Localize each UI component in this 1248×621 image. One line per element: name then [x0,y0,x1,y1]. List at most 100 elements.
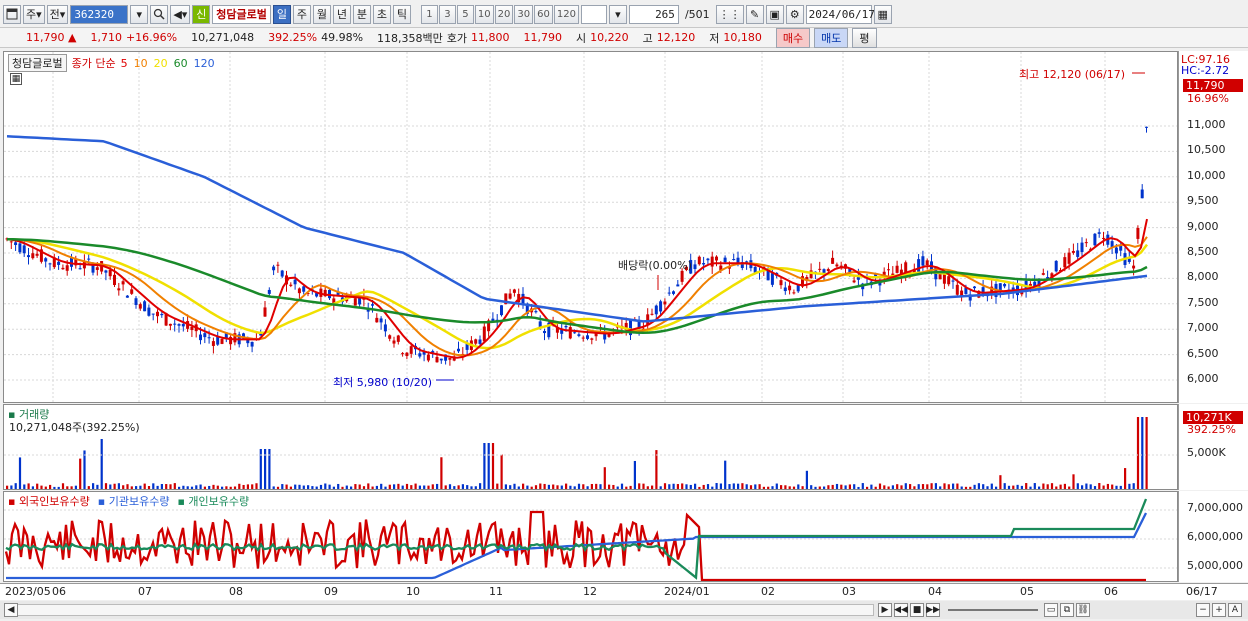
calendar-icon[interactable]: ▦ [873,4,892,24]
holding-panel[interactable]: ▪ 외국인보유수량 ▪ 기관보유수량 ▪ 개인보유수량 [3,491,1178,582]
holding-legend-0[interactable]: ▪ 외국인보유수량 [8,493,90,509]
stock-code-input[interactable]: 362320 [70,4,129,24]
minute-tab-120[interactable]: 120 [553,4,579,24]
holding-legend: ▪ 외국인보유수량 ▪ 기관보유수량 ▪ 개인보유수량 [8,493,249,509]
candle-body [130,289,134,294]
candle-body [1140,189,1144,199]
turnover: 49.98% [321,31,364,44]
volume-bar [960,486,963,489]
market-select[interactable]: 주 ▾ [23,4,45,24]
volume-bar [1016,484,1019,489]
ma-legend-120[interactable]: 120 [194,57,215,70]
volume-bar [771,486,774,489]
minute-tab-1[interactable]: 1 [420,4,438,24]
ma-legend-10[interactable]: 10 [134,57,148,70]
date-input[interactable]: 2024/06/17 [805,4,875,24]
period-tab-0[interactable]: 일 [272,4,291,24]
period-tab-2[interactable]: 월 [312,4,331,24]
holding-legend-2[interactable]: ▪ 개인보유수량 [177,493,249,509]
volume-bar [732,483,735,489]
ma-legend-20[interactable]: 20 [154,57,168,70]
play-icon[interactable]: ▶ [878,603,892,617]
count-input[interactable]: 265 [628,4,679,24]
buy-button[interactable]: 매수 [775,27,811,48]
candle-body [1080,242,1084,253]
volume-bar [582,484,585,489]
link-icon[interactable]: ⛓ [1076,603,1090,617]
fast-forward-icon[interactable]: ▶▶ [926,603,940,617]
rewind-icon[interactable]: ◀◀ [894,603,908,617]
minute-tab-5[interactable]: 5 [456,4,474,24]
period-tab-4[interactable]: 분 [352,4,371,24]
volume-bar [341,486,344,489]
period-tab-5[interactable]: 초 [372,4,391,24]
grid-toggle-icon[interactable]: ▦ [10,73,22,85]
chart-scrollbar[interactable]: ◀ ▶ ◀◀ ■ ▶▶ ▭ ⧉ ⛓ − + A [0,601,1248,619]
code-dropdown-icon[interactable]: ▾ [130,4,149,24]
minute-tab-20[interactable]: 20 [494,4,514,24]
price-tick: 9,500 [1187,194,1219,208]
eval-button[interactable]: 평 [852,27,877,48]
volume-bar [827,485,830,489]
minute-tab-30[interactable]: 30 [514,4,534,24]
price-panel[interactable]: 청담글로벌 종가 단순 5 10 20 60 120 ▦ 최고 12,120 (06/1… [3,51,1178,403]
interval-dropdown-icon[interactable]: ▾ [608,4,627,24]
panel-title[interactable]: 청담글로벌 [8,54,67,72]
volume-bar [414,483,417,489]
volume-bar [319,484,323,489]
volume-bar [870,484,873,489]
draw-icon[interactable]: ✎ [745,4,764,24]
minute-tab-10[interactable]: 10 [474,4,494,24]
period-tab-6[interactable]: 틱 [392,4,411,24]
zoom-slider[interactable] [948,609,1038,611]
candle-body [379,318,383,323]
stock-name[interactable]: 청담글로벌 [212,4,271,24]
volume-bar [229,486,232,489]
zoom-in-icon[interactable]: + [1212,603,1226,617]
volume-bar [276,486,280,489]
save-icon[interactable]: ▣ [765,4,784,24]
volume-bar [866,486,869,489]
scroll-left-icon[interactable]: ◀ [4,603,18,617]
range-select[interactable]: 전 ▾ [46,4,69,24]
candle-body [207,337,211,339]
price-legend: 청담글로벌 종가 단순 5 10 20 60 120 [8,54,215,72]
copy-icon[interactable]: ⧉ [1060,603,1074,617]
volume-bar [801,486,804,489]
volume-bar [380,483,383,489]
candle-body [173,323,177,325]
volume-bar [156,485,159,489]
period-tab-3[interactable]: 년 [332,4,351,24]
scroll-track[interactable] [4,604,874,616]
search-icon[interactable] [150,4,169,24]
volume-panel[interactable]: ▪ 거래량 10,271,048주(392.25%) [3,404,1178,490]
stop-icon[interactable]: ■ [910,603,924,617]
font-size-icon[interactable]: A [1228,603,1242,617]
gear-icon[interactable]: ⚙ [785,4,804,24]
layout-icon[interactable]: ▭ [1044,603,1058,617]
zoom-out-icon[interactable]: − [1196,603,1210,617]
volume-bar [706,484,710,489]
candle-body [917,259,921,272]
volume-ytick: 5,000K [1187,446,1226,459]
volume-bar [504,484,507,489]
candle-body [770,273,774,285]
ma-legend-5[interactable]: 5 [121,57,128,70]
candle-body [835,264,839,267]
speaker-icon[interactable]: ◀▾ [170,4,191,24]
minute-tab-60[interactable]: 60 [534,4,553,24]
holding-legend-1[interactable]: ▪ 기관보유수량 [98,493,170,509]
minute-tab-3[interactable]: 3 [438,4,456,24]
ma5-line [6,218,1148,359]
period-tab-1[interactable]: 주 [292,4,311,24]
price-change-pct: +16.96% [125,31,178,44]
sell-button[interactable]: 매도 [814,27,849,48]
compare-icon[interactable]: ⋮⋮ [715,4,744,24]
window-icon[interactable] [3,4,21,24]
candle-body [1003,283,1007,287]
volume-bar [1042,483,1045,489]
price-tick: 8,000 [1187,270,1219,284]
volume: 10,271,048 [191,31,255,44]
ma-legend-60[interactable]: 60 [174,57,188,70]
interval-input[interactable] [580,4,607,24]
